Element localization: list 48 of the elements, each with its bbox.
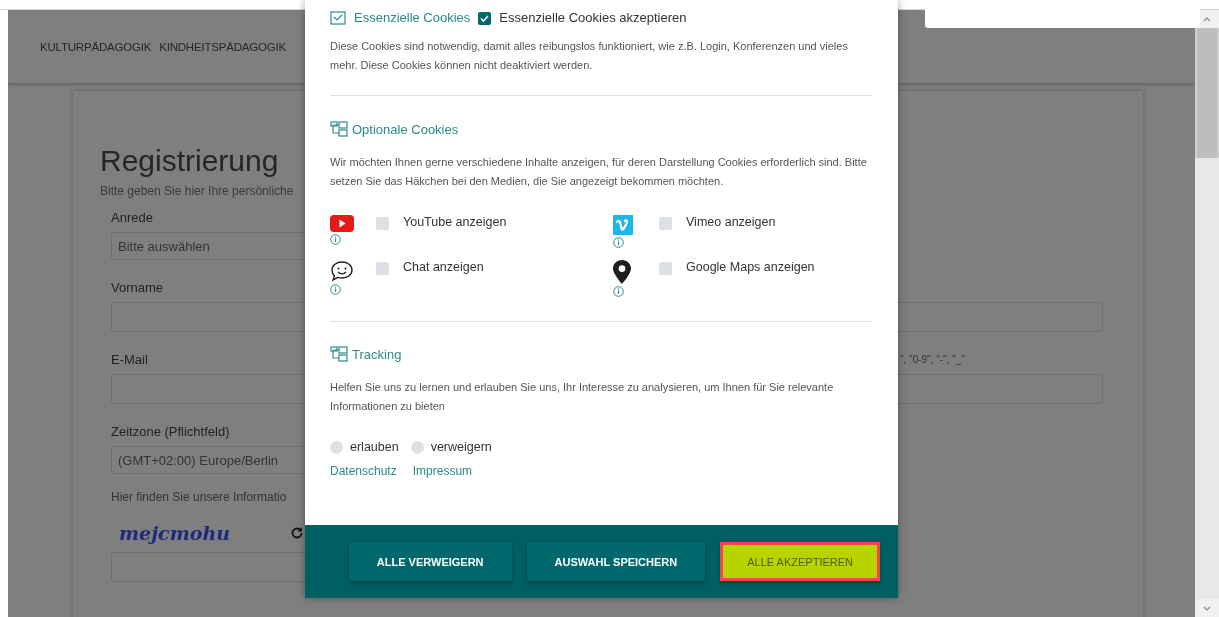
checkbox[interactable] [376, 262, 389, 275]
info-icon[interactable] [613, 237, 624, 248]
play-icon [330, 215, 354, 232]
section-title: Optionale Cookies [352, 121, 459, 137]
paragraph: Helfen Sie uns zu lernen und erlauben Sie uns, Ihr Interesse zu analysieren, um Ihnen für Sie relevante Informationen zu bieten [330, 380, 835, 414]
scrollbar[interactable] [1195, 10, 1219, 617]
scrollbar-thumb[interactable] [1197, 28, 1217, 158]
checkbox[interactable] [478, 12, 492, 25]
field-label: Zeitzone (Pflichtfeld) [111, 423, 230, 439]
checkbox-label: YouTube anzeigen [403, 215, 507, 231]
field-label: Anrede [111, 209, 153, 225]
dialog-button[interactable]: AUSWAHL SPEICHERN [526, 542, 706, 581]
nav-link[interactable]: KULTURPÄDAGOGIK [40, 40, 152, 53]
info-icon[interactable] [330, 234, 341, 245]
checkbox[interactable] [659, 217, 672, 230]
checkbox-label: Google Maps anzeigen [686, 260, 815, 276]
refresh-icon[interactable] [290, 526, 305, 540]
captcha-text: mejcmohu [119, 522, 231, 544]
video-logo-icon [613, 215, 633, 235]
smiley-chat-icon [330, 260, 354, 282]
field-hint: ", "0-9", "-", "_" [900, 353, 965, 365]
info-icon[interactable] [330, 284, 341, 295]
info-icon[interactable] [613, 286, 624, 297]
dialog-button[interactable]: ALLE VERWEIGERN [348, 542, 512, 581]
checkbox-label: Vimeo anzeigen [686, 215, 776, 231]
subtitle: Bitte geben Sie hier Ihre persönliche [100, 184, 295, 198]
nav-link[interactable]: KINDHEITSPÄDAGOGIK [159, 40, 286, 53]
radio-button[interactable] [410, 440, 424, 454]
paragraph: Diese Cookies sind notwendig, damit alles reibungslos funktioniert, wie z.B. Login, Konferenzen und vieles mehr. Diese Cookies können nicht deaktiviert werden. [330, 39, 849, 73]
paragraph: Wir möchten Ihnen gerne verschiedene Inhalte anzeigen, für deren Darstellung Cookies erforderlich sind. Bitte setzen Sie das Häkchen bei den Medien, die Sie angezeigt bekommen möchten. [330, 155, 868, 189]
field-label: Vorname [111, 279, 164, 295]
page-title: Registrierung [100, 144, 279, 178]
map-pin-icon [613, 260, 631, 284]
field-label: E-Mail [111, 351, 148, 367]
checkbox-label: Essenzielle Cookies akzeptieren [499, 10, 687, 25]
folder-tree-icon [330, 121, 348, 137]
info-text: Hier finden Sie unsere Informatio [111, 490, 288, 504]
scroll-up-icon[interactable] [1203, 16, 1211, 22]
checkbox[interactable] [659, 262, 672, 275]
checkbox[interactable] [376, 217, 389, 230]
scroll-down-icon[interactable] [1203, 605, 1211, 611]
folder-tree-icon [330, 346, 348, 362]
checkbox-label: Chat anzeigen [403, 260, 484, 276]
radio-button[interactable] [330, 440, 343, 454]
checkbox-outline-icon [330, 10, 346, 25]
section-title: Essenzielle Cookies [354, 10, 471, 25]
section-title: Tracking [352, 346, 402, 362]
accept-all-button[interactable]: ALLE AKZEPTIEREN [720, 542, 880, 581]
